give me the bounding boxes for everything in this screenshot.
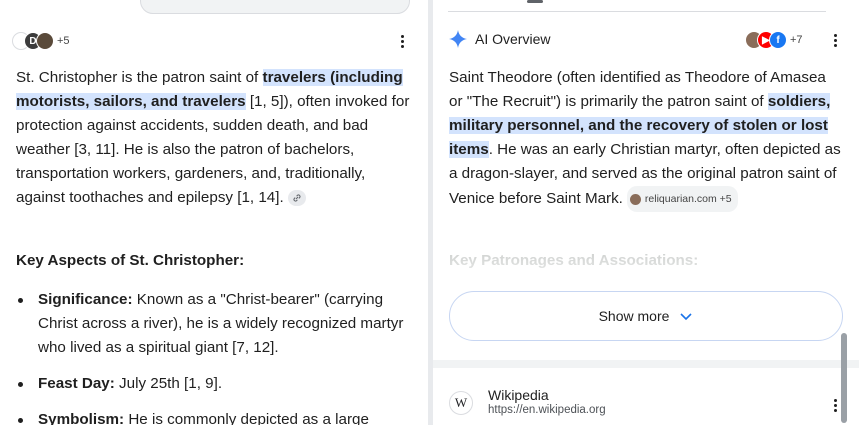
show-more-button[interactable]: Show more	[449, 291, 843, 341]
chevron-down-icon	[680, 313, 692, 321]
source-url[interactable]: https://en.wikipedia.org	[488, 404, 606, 416]
facebook-icon: f	[769, 31, 787, 49]
scrollbar[interactable]	[841, 333, 847, 423]
source-favicon-icon	[629, 193, 641, 205]
paragraph-text: St. Christopher is the patron saint of	[16, 69, 263, 86]
more-options-icon[interactable]	[829, 31, 841, 49]
list-item: Significance: Known as a "Christ-bearer"…	[16, 288, 416, 360]
key-aspects-heading: Key Aspects of St. Christopher:	[16, 252, 245, 269]
gemini-sparkle-icon	[449, 30, 467, 48]
more-options-icon[interactable]	[396, 32, 408, 50]
answer-paragraph: St. Christopher is the patron saint of t…	[16, 66, 416, 210]
drag-handle[interactable]	[527, 0, 543, 3]
faded-heading: Key Patronages and Associations:	[449, 252, 699, 269]
ai-answer-paragraph: Saint Theodore (often identified as Theo…	[449, 66, 843, 212]
wikipedia-icon: W	[449, 391, 473, 415]
right-source-avatars[interactable]: ▶ f +7	[745, 31, 803, 49]
source-chip[interactable]: reliquarian.com +5	[626, 186, 738, 212]
source-name[interactable]: Wikipedia	[488, 387, 549, 403]
section-separator	[433, 360, 859, 368]
link-icon[interactable]	[287, 189, 306, 206]
source-more-icon[interactable]	[829, 396, 841, 414]
avatar-photo	[36, 32, 54, 50]
search-bar-edge[interactable]	[140, 0, 410, 14]
left-pane: D +5 St. Christopher is the patron saint…	[0, 0, 428, 425]
aspects-list: Significance: Known as a "Christ-bearer"…	[16, 288, 416, 425]
show-more-label: Show more	[598, 308, 670, 324]
ai-overview-header: AI Overview	[449, 30, 550, 48]
list-item: Symbolism: He is commonly depicted as a …	[16, 408, 416, 425]
avatar-count: +7	[790, 34, 803, 46]
top-bar-edge	[448, 0, 826, 12]
ai-overview-title: AI Overview	[475, 31, 551, 47]
source-avatars[interactable]: D +5	[12, 32, 70, 50]
avatar-count: +5	[57, 35, 70, 47]
list-item: Feast Day: July 25th [1, 9].	[16, 372, 416, 396]
